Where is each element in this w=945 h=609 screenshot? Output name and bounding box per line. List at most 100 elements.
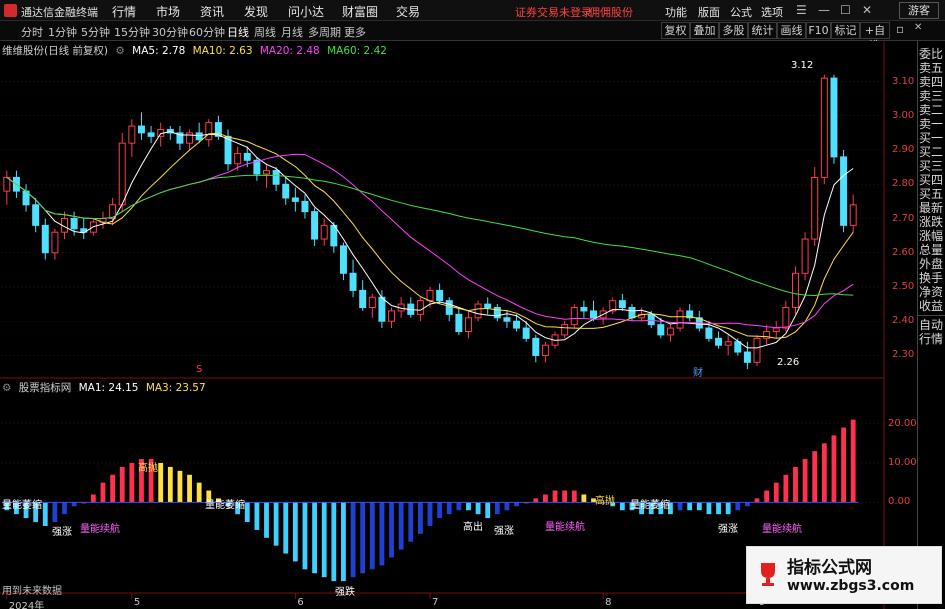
sub-gear-icon[interactable]: ⚙ (2, 382, 11, 394)
side-tab-6[interactable]: 买一 (918, 131, 944, 145)
period-60min[interactable]: 60分钟 (189, 24, 225, 40)
candle-body (41, 224, 49, 254)
maximize-icon[interactable]: ☐ (840, 3, 851, 17)
side-tab-9[interactable]: 买四 (918, 173, 944, 187)
indicator-bar (552, 490, 558, 503)
indicator-label: 强跌 (335, 587, 355, 598)
indicator-bar (62, 502, 67, 515)
indicator-bar (264, 502, 269, 538)
side-tab-11[interactable]: 最新 (918, 201, 944, 215)
menu-xuanxiang[interactable]: 选项 (761, 4, 783, 20)
f10-button[interactable]: F10 (806, 22, 831, 39)
period-more[interactable]: 更多 (344, 24, 366, 40)
side-tab-0[interactable]: 委比 (918, 47, 944, 61)
minimize-icon[interactable]: — (818, 3, 830, 17)
price-tick-label: 2.60 (892, 246, 915, 258)
side-tab-7[interactable]: 买二 (918, 145, 944, 159)
candle-body (503, 317, 511, 322)
overlay-button[interactable]: 叠加 (690, 22, 719, 39)
statistics-button[interactable]: 统计 (748, 22, 777, 39)
side-tab-18[interactable]: 收益 (918, 299, 944, 313)
candle-body (840, 156, 848, 226)
indicator-name[interactable]: 股票指标网 (19, 382, 72, 394)
side-tab-12[interactable]: 涨跌 (918, 215, 944, 229)
indicator-bar (350, 502, 356, 578)
candle-body (263, 170, 270, 175)
side-tab-3[interactable]: 卖三 (918, 89, 944, 103)
legend-gear-icon[interactable]: ⚙ (115, 45, 124, 57)
indicator-bar (485, 502, 491, 519)
main-legend: 维维股份(日线 前复权) ⚙ MA5: 2.78 MA10: 2.63 MA20… (2, 43, 391, 57)
indicator-bar (341, 502, 346, 582)
candle-body (147, 132, 155, 137)
side-tab-1[interactable]: 卖五 (918, 61, 944, 75)
period-5min[interactable]: 5分钟 (81, 24, 110, 40)
side-tab-5[interactable]: 卖一 (918, 117, 944, 131)
side-tab-bottom-0[interactable]: 自动 (918, 318, 944, 332)
price-tick-label: 2.80 (892, 178, 915, 190)
indicator-bar (504, 502, 510, 511)
draw-line-button[interactable]: 画线 (777, 22, 806, 39)
indicator-bar (244, 502, 250, 523)
indicator-bar (725, 502, 731, 515)
side-tab-13[interactable]: 涨幅 (918, 229, 944, 243)
chart-area[interactable]: 维维股份(日线 前复权) ⚙ MA5: 2.78 MA10: 2.63 MA20… (0, 41, 917, 609)
restore-panel-icon[interactable]: ▫ (896, 22, 904, 36)
candle-body (743, 351, 751, 363)
indicator-bar (793, 466, 798, 503)
menu-faxian[interactable]: 发现 (244, 3, 268, 20)
period-1min[interactable]: 1分钟 (48, 24, 77, 40)
add-watchlist-button[interactable]: +自选 (860, 22, 890, 52)
period-daily[interactable]: 日线 (227, 24, 249, 40)
indicator-bar (360, 502, 366, 574)
side-tab-15[interactable]: 外盘 (918, 257, 944, 271)
candle-body (282, 183, 290, 199)
period-15min[interactable]: 15分钟 (114, 24, 150, 40)
menu-gongshi[interactable]: 公式 (730, 4, 752, 20)
candle-body (724, 341, 732, 346)
period-weekly[interactable]: 周线 (254, 24, 276, 40)
login-warning[interactable]: 证券交易未登录 (515, 4, 592, 20)
menu-shichang[interactable]: 市场 (156, 3, 180, 20)
side-tab-4[interactable]: 卖二 (918, 103, 944, 117)
menu-banmian[interactable]: 版面 (698, 4, 720, 20)
menu-gongneng[interactable]: 功能 (665, 4, 687, 20)
menu-wenxiaoda[interactable]: 问小达 (288, 3, 324, 20)
candle-body (493, 307, 501, 319)
stock-name[interactable]: 维维股份(日线 前复权) (2, 45, 108, 57)
close-icon[interactable]: ✕ (862, 3, 872, 17)
side-tab-14[interactable]: 总量 (918, 243, 944, 257)
panel-close-icon[interactable]: ✕ (914, 22, 922, 33)
indicator-bar (533, 498, 539, 503)
period-multi[interactable]: 多周期 (308, 24, 341, 40)
menu-zixun[interactable]: 资讯 (200, 3, 224, 20)
mark-s[interactable]: S (196, 364, 202, 375)
menu-hangqing[interactable]: 行情 (112, 3, 136, 20)
guest-button[interactable]: 游客 (899, 2, 939, 19)
mark-cai[interactable]: 财 (693, 364, 703, 379)
window-menu-icon[interactable]: ☰ (796, 3, 807, 17)
ma5-value: MA5: 2.78 (132, 45, 186, 57)
side-tab-16[interactable]: 换手 (918, 271, 944, 285)
mark-button[interactable]: 标记 (831, 22, 860, 39)
menu-caifuquan[interactable]: 财富圈 (342, 3, 378, 20)
period-monthly[interactable]: 月线 (281, 24, 303, 40)
side-tab-2[interactable]: 卖四 (918, 75, 944, 89)
period-30min[interactable]: 30分钟 (152, 24, 188, 40)
menu-jiaoyi[interactable]: 交易 (396, 3, 420, 20)
side-tab-bottom-1[interactable]: 行情 (918, 332, 944, 346)
side-tab-17[interactable]: 净资 (918, 285, 944, 299)
price-tick-label: 2.70 (892, 212, 915, 224)
candle-body (436, 289, 444, 302)
price-tick-label: 2.50 (892, 280, 915, 292)
multi-stock-button[interactable]: 多股 (719, 22, 748, 39)
indicator-label: 高抛 (138, 463, 158, 474)
price-tick-label: 2.40 (892, 315, 915, 327)
indicator-bar (475, 502, 481, 515)
candle-body (118, 142, 126, 206)
period-fenshi[interactable]: 分时 (21, 24, 43, 40)
fuquan-button[interactable]: 复权 (661, 22, 690, 39)
side-tab-8[interactable]: 买三 (918, 159, 944, 173)
side-tab-10[interactable]: 买五 (918, 187, 944, 201)
broker-name[interactable]: 佣佣股份 (589, 4, 633, 20)
